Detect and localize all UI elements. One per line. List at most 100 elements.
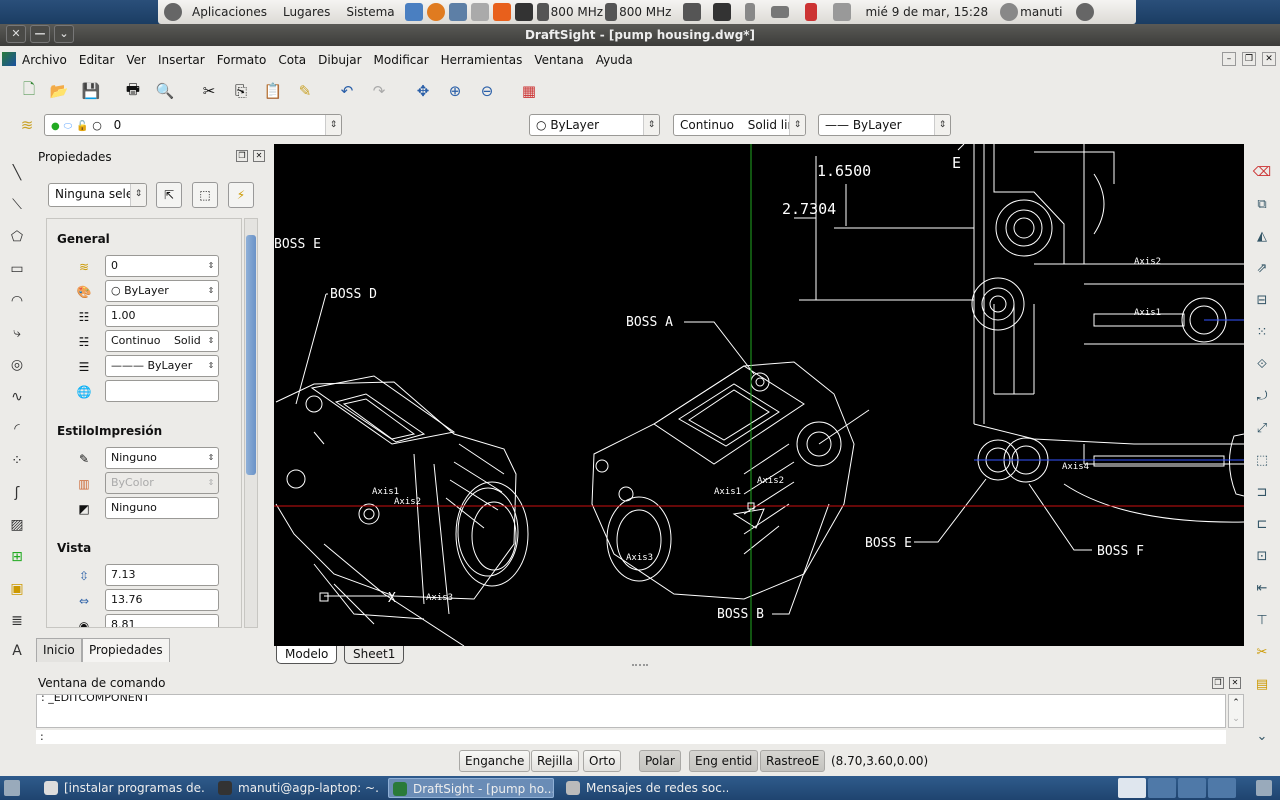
dropbox-icon[interactable] [713,3,732,21]
snap-button[interactable]: Enganche [459,750,531,772]
rectangle-icon[interactable]: ▭ [6,258,28,280]
minimize-icon[interactable]: — [30,25,50,43]
match-properties-icon[interactable]: ✎ [294,80,316,102]
new-file-icon[interactable]: 🗋 [18,80,40,102]
scale-icon[interactable]: ⤢ [1252,418,1272,438]
menu-archivo[interactable]: Archivo [22,53,67,67]
layer-field[interactable]: 0 ⇕ [105,255,219,277]
task-gwibber[interactable]: Mensajes de redes soc... [562,778,728,798]
curve-icon[interactable]: ʃ [6,482,28,504]
mirror-icon[interactable]: ◭ [1252,226,1272,246]
open-file-icon[interactable]: 📂 [48,80,70,102]
mail-launcher-icon[interactable] [448,3,467,21]
print-style-field[interactable]: Ninguno ⇕ [105,447,219,469]
join-icon[interactable]: ⇤ [1252,578,1272,598]
task-draftsight[interactable]: DraftSight - [pump ho... [388,778,554,798]
extend-icon[interactable]: ⊏ [1252,514,1272,534]
ubuntu-logo-icon[interactable] [164,3,182,21]
menu-places[interactable]: Lugares [275,5,338,19]
color-combo[interactable]: ○ ByLayer ⇕ [529,114,660,136]
ellipse-arc-icon[interactable]: ◜ [6,418,28,440]
user-name[interactable]: manuti [1020,5,1062,19]
help-launcher-icon[interactable] [404,3,423,21]
chamfer-icon[interactable]: ⊤ [1252,610,1272,630]
array-icon[interactable]: ⁙ [1252,322,1272,342]
hyperlink-field[interactable] [105,380,219,402]
paste-icon[interactable]: 📋 [262,80,284,102]
make-block-icon[interactable]: ▣ [6,578,28,600]
text-icon[interactable]: A [6,640,28,662]
menu-herramientas[interactable]: Herramientas [441,53,523,67]
workspace-2[interactable] [1148,778,1176,798]
offset-icon[interactable]: ⇗ [1252,258,1272,278]
scroll-up-icon[interactable]: ⌃ [1229,695,1243,711]
linetype-combo[interactable]: Continuo Solid lir ⇕ [673,114,806,136]
quick-select-icon[interactable]: ⚡ [228,182,254,208]
layer-combo[interactable]: ● ⬭ 🔓 ○ 0 ⇕ [44,114,342,136]
tab-modelo[interactable]: Modelo [276,646,338,664]
select-objects-icon[interactable]: ⬚ [192,182,218,208]
bluetooth-icon[interactable] [745,3,756,21]
pan-icon[interactable]: ✥ [412,80,434,102]
polar-button[interactable]: Polar [639,750,681,772]
tab-inicio[interactable]: Inicio [36,638,82,662]
mail-indicator-icon[interactable] [833,3,852,21]
properties-scrollbar[interactable] [244,218,258,628]
polygon-icon[interactable]: ⬠ [6,226,28,248]
linetype-field[interactable]: Continuo Solid ⇕ [105,330,219,352]
toggle-pickadd-icon[interactable]: ⇱ [156,182,182,208]
task-firefox[interactable]: [instalar programas de... [40,778,206,798]
window-menu-icon[interactable]: ⌄ [54,25,74,43]
menu-cota[interactable]: Cota [278,53,306,67]
clock[interactable]: mié 9 de mar, 15:28 [865,5,988,19]
view-height-field[interactable]: 7.13 [105,564,219,586]
erase-icon[interactable]: ⌫ [1252,162,1272,182]
circle-icon[interactable]: ◎ [6,354,28,376]
layers-icon[interactable]: ≋ [16,114,38,136]
polyline-icon[interactable]: ⤷ [6,322,28,344]
insert-block-icon[interactable]: ⊞ [6,546,28,568]
doc-minimize-icon[interactable]: – [1222,52,1236,66]
spline-icon[interactable]: ∿ [6,386,28,408]
zoom-window-icon[interactable]: ⊕ [444,80,466,102]
view-width-field[interactable]: 13.76 [105,589,219,611]
battery-icon[interactable] [771,6,790,18]
palette-close-icon[interactable]: ✕ [253,150,265,162]
command-close-icon[interactable]: ✕ [1229,677,1241,689]
properties-scroll-thumb[interactable] [246,235,256,475]
splitter-handle[interactable] [632,664,648,670]
palette-float-icon[interactable]: ❐ [236,150,248,162]
esnap-button[interactable]: Eng entid [689,750,759,772]
arc-icon[interactable]: ◠ [6,290,28,312]
workspace-3[interactable] [1178,778,1206,798]
doc-close-icon[interactable]: ✕ [1262,52,1276,66]
volume-icon[interactable] [805,3,818,21]
menu-formato[interactable]: Formato [217,53,267,67]
break-icon[interactable]: ⊡ [1252,546,1272,566]
undo-icon[interactable]: ↶ [336,80,358,102]
menu-applications[interactable]: Aplicaciones [184,5,275,19]
shutdown-icon[interactable] [1076,3,1095,21]
app-launcher-icon[interactable] [492,3,511,21]
layer-manager-icon[interactable]: ▦ [518,80,540,102]
menu-modificar[interactable]: Modificar [374,53,429,67]
zoom-previous-icon[interactable]: ⊖ [476,80,498,102]
monitor-launcher-icon[interactable] [514,3,533,21]
network-icon[interactable] [683,3,702,21]
workspace-1[interactable] [1118,778,1146,798]
scale-field[interactable]: 1.00 [105,305,219,327]
doc-restore-icon[interactable]: ❐ [1242,52,1256,66]
save-icon[interactable]: 💾 [80,80,102,102]
copy-icon[interactable]: ⎘ [230,80,252,102]
close-icon[interactable]: ✕ [6,25,26,43]
bulb-launcher-icon[interactable] [470,3,489,21]
print-table-field[interactable]: Ninguno [105,497,219,519]
color-field[interactable]: ○ ByLayer ⇕ [105,280,219,302]
firefox-launcher-icon[interactable] [426,3,445,21]
menu-ventana[interactable]: Ventana [534,53,583,67]
redo-icon[interactable]: ↷ [368,80,390,102]
menu-dibujar[interactable]: Dibujar [318,53,361,67]
line-icon[interactable]: ╲ [6,162,28,184]
print-preview-icon[interactable]: 🔍 [154,80,176,102]
view-z-field[interactable]: 8.81 [105,614,219,627]
